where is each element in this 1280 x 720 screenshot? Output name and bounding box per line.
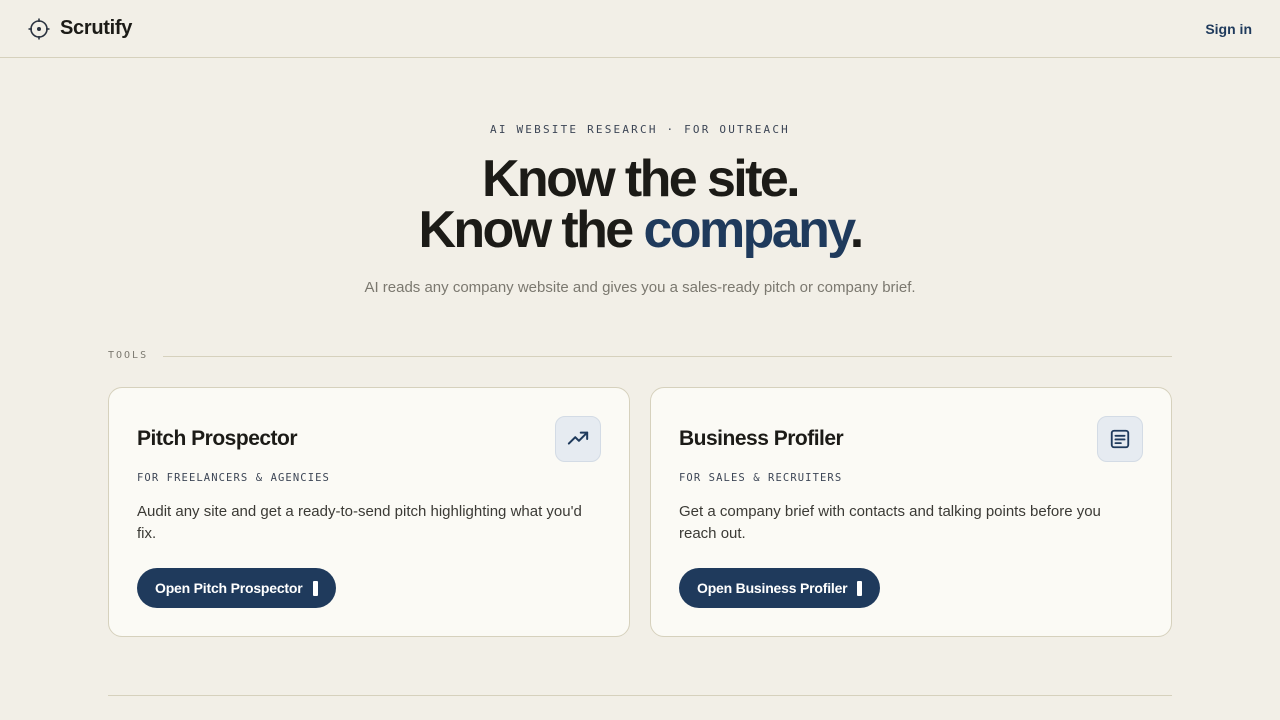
button-label: Open Pitch Prospector xyxy=(155,580,303,596)
cursor-bar-icon xyxy=(312,580,318,596)
card-title: Business Profiler xyxy=(679,427,844,450)
cursor-bar-icon xyxy=(857,580,863,596)
section-divider xyxy=(163,356,1172,357)
document-icon xyxy=(1097,416,1143,462)
card-title: Pitch Prospector xyxy=(137,427,298,450)
trending-up-icon xyxy=(555,416,601,462)
footer-divider xyxy=(108,695,1172,696)
headline-line-1: Know the site. xyxy=(481,150,801,208)
hero-headline: Know the site. Know the company. xyxy=(0,153,1280,259)
button-label: Open Business Profiler xyxy=(697,580,848,596)
hero-eyebrow: AI WEBSITE RESEARCH · FOR OUTREACH xyxy=(490,123,790,136)
hero-subtitle: AI reads any company website and gives y… xyxy=(364,279,916,296)
card-audience-tag: FOR SALES & RECRUITERS xyxy=(679,472,843,484)
pitch-prospector-card: Pitch Prospector FOR FREELANCERS & AGENC… xyxy=(108,387,630,637)
crosshair-icon xyxy=(28,18,50,40)
card-description: Get a company brief with contacts and ta… xyxy=(679,503,1101,542)
card-description: Audit any site and get a ready-to-send p… xyxy=(137,503,582,542)
brand-name: Scrutify xyxy=(60,17,133,39)
headline-line-2-prefix: Know the xyxy=(418,201,644,259)
open-pitch-prospector-button[interactable]: Open Pitch Prospector xyxy=(137,568,336,608)
card-audience-tag: FOR FREELANCERS & AGENCIES xyxy=(137,472,330,484)
headline-accent-word: company xyxy=(643,201,852,259)
business-profiler-card: Business Profiler FOR SALES & RECRUITERS… xyxy=(650,387,1172,637)
top-navigation: Scrutify Sign in xyxy=(0,0,1280,58)
tools-section-label: TOOLS xyxy=(108,350,149,361)
brand-logo[interactable]: Scrutify xyxy=(28,17,132,40)
sign-in-link[interactable]: Sign in xyxy=(1205,21,1252,37)
open-business-profiler-button[interactable]: Open Business Profiler xyxy=(679,568,881,608)
headline-line-2-suffix: . xyxy=(849,201,864,259)
